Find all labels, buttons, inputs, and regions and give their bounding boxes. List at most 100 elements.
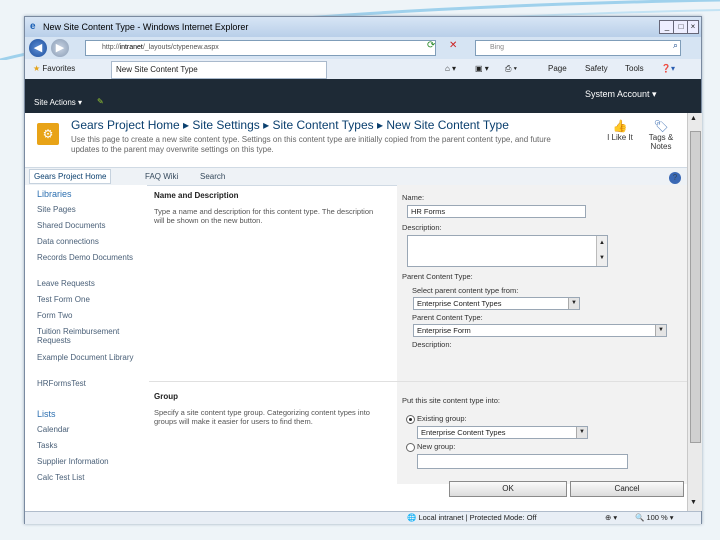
new-group-radio[interactable] bbox=[406, 443, 415, 452]
tags-notes-label: Tags & Notes bbox=[648, 133, 674, 151]
i-like-it-label: I Like It bbox=[607, 133, 633, 142]
group-fields-panel: Put this site content type into: Existin… bbox=[397, 382, 687, 484]
star-icon: ★ bbox=[33, 64, 41, 73]
name-description-section: Name and Description Type a name and des… bbox=[149, 185, 687, 382]
print-icon[interactable]: ⎙ ▾ bbox=[505, 64, 517, 74]
name-value: HR Forms bbox=[411, 207, 446, 216]
name-input[interactable]: HR Forms bbox=[407, 205, 586, 218]
tag-icon: 🏷 bbox=[653, 119, 669, 133]
group-section: Group Specify a site content type group.… bbox=[149, 382, 687, 484]
breadcrumb: Gears Project Home ▸ Site Settings ▸ Sit… bbox=[71, 118, 509, 132]
title-bar: e New Site Content Type - Windows Intern… bbox=[25, 17, 701, 37]
textarea-scrollbar[interactable]: ▲ ▼ bbox=[596, 236, 607, 266]
safety-menu[interactable]: Safety bbox=[585, 64, 608, 73]
quicklaunch-item[interactable]: Supplier Information bbox=[37, 457, 145, 466]
url-host: intranet bbox=[119, 44, 143, 51]
search-input[interactable]: Bing bbox=[475, 40, 681, 56]
favorites-button[interactable]: ★ Favorites bbox=[33, 64, 75, 73]
favorites-label: Favorites bbox=[42, 64, 76, 73]
page-scrollbar[interactable]: ▲ ▼ bbox=[687, 113, 702, 511]
description-textarea[interactable]: ▲ ▼ bbox=[407, 235, 608, 267]
crumb-site-content-types[interactable]: Site Content Types bbox=[272, 118, 373, 132]
edit-page-icon[interactable]: ✎ bbox=[97, 97, 104, 106]
back-icon[interactable]: ◀ bbox=[29, 39, 47, 57]
zoom-control[interactable]: 🔍 100 % ▾ bbox=[635, 513, 674, 522]
help-menu-icon[interactable]: ❓▾ bbox=[661, 64, 675, 73]
thumbs-up-icon: 👍 bbox=[612, 119, 628, 133]
chevron-down-icon: ▼ bbox=[655, 325, 666, 336]
ie-icon: e bbox=[30, 21, 36, 32]
quicklaunch-item[interactable]: Data connections bbox=[37, 237, 145, 246]
home-icon[interactable]: ⌂ ▾ bbox=[445, 64, 456, 73]
put-into-label: Put this site content type into: bbox=[402, 396, 500, 405]
quicklaunch-item[interactable]: Calc Test List bbox=[37, 473, 145, 482]
zone-status: 🌐 Local intranet | Protected Mode: Off bbox=[407, 513, 537, 522]
quicklaunch-item[interactable]: Site Pages bbox=[37, 205, 145, 214]
page-menu[interactable]: Page bbox=[548, 64, 567, 73]
favorites-bar: ★ Favorites New Site Content Type ⌂ ▾ ▣ … bbox=[25, 59, 701, 80]
quicklaunch-item[interactable]: Records Demo Documents bbox=[37, 253, 145, 262]
quicklaunch-item[interactable]: HRFormsTest bbox=[37, 379, 145, 388]
protected-mode-icon[interactable]: ⊕ ▾ bbox=[605, 513, 617, 522]
i-like-it-button[interactable]: 👍 I Like It bbox=[603, 119, 637, 142]
close-button[interactable]: × bbox=[687, 20, 699, 34]
quicklaunch-item[interactable]: Example Document Library bbox=[37, 353, 145, 362]
address-input[interactable]: http://intranet/_layouts/ctypenew.aspx bbox=[85, 40, 436, 56]
account-menu[interactable]: System Account ▾ bbox=[585, 89, 657, 100]
quicklaunch-item[interactable]: Form Two bbox=[37, 311, 145, 320]
new-group-input[interactable] bbox=[417, 454, 628, 469]
scroll-up-icon[interactable]: ▲ bbox=[690, 115, 697, 122]
quicklaunch-item[interactable]: Leave Requests bbox=[37, 279, 145, 288]
scroll-down-icon[interactable]: ▼ bbox=[690, 499, 697, 506]
existing-group-select[interactable]: Enterprise Content Types ▼ bbox=[417, 426, 588, 439]
forward-icon[interactable]: ▶ bbox=[51, 39, 69, 57]
ok-button[interactable]: OK bbox=[449, 481, 567, 497]
page-description: Use this page to create a new site conte… bbox=[71, 135, 551, 154]
crumb-new-site-content-type: New Site Content Type bbox=[386, 118, 509, 132]
description-label: Description: bbox=[402, 223, 442, 232]
sharepoint-ribbon: Site Actions ▾ ✎ System Account ▾ bbox=[25, 79, 701, 113]
crumb-site-settings[interactable]: Site Settings bbox=[192, 118, 259, 132]
cancel-button[interactable]: Cancel bbox=[570, 481, 684, 497]
parent-type-value: Enterprise Form bbox=[417, 326, 471, 335]
lists-heading[interactable]: Lists bbox=[37, 409, 56, 419]
account-label: System Account bbox=[585, 89, 650, 99]
quicklaunch-item[interactable]: Test Form One bbox=[37, 295, 145, 304]
tab-label: New Site Content Type bbox=[116, 65, 198, 74]
tools-menu[interactable]: Tools bbox=[625, 64, 644, 73]
libraries-heading[interactable]: Libraries bbox=[37, 189, 72, 199]
site-actions-menu[interactable]: Site Actions ▾ bbox=[34, 98, 82, 107]
scrollbar-thumb[interactable] bbox=[690, 131, 701, 443]
name-section-description: Type a name and description for this con… bbox=[154, 207, 374, 225]
feeds-icon[interactable]: ▣ ▾ bbox=[475, 64, 489, 73]
parent-group-select[interactable]: Enterprise Content Types ▼ bbox=[413, 297, 580, 310]
quicklaunch-item[interactable]: Tasks bbox=[37, 441, 145, 450]
refresh-icon[interactable]: ⟳ bbox=[427, 40, 435, 51]
crumb-gears-project-home[interactable]: Gears Project Home bbox=[71, 118, 180, 132]
main-form: Name and Description Type a name and des… bbox=[149, 177, 687, 487]
name-fields-panel: Name: HR Forms Description: ▲ ▼ Parent Co… bbox=[397, 185, 687, 381]
url-prefix: http:// bbox=[102, 44, 120, 51]
quicklaunch-item[interactable]: Shared Documents bbox=[37, 221, 145, 230]
search-icon[interactable]: ⌕ bbox=[673, 40, 678, 51]
window-title: New Site Content Type - Windows Internet… bbox=[43, 22, 249, 32]
browser-window: e New Site Content Type - Windows Intern… bbox=[24, 16, 702, 524]
existing-group-label: Existing group: bbox=[417, 414, 467, 423]
stop-icon[interactable]: ✕ bbox=[449, 40, 457, 51]
tags-notes-button[interactable]: 🏷 Tags & Notes bbox=[645, 119, 677, 151]
existing-group-value: Enterprise Content Types bbox=[421, 428, 506, 437]
chevron-down-icon: ▼ bbox=[568, 298, 579, 309]
quicklaunch-item[interactable]: Tuition Reimbursement Requests bbox=[37, 327, 145, 345]
topnav-gears-project-home[interactable]: Gears Project Home bbox=[29, 169, 112, 184]
page-header: ⚙ Gears Project Home ▸ Site Settings ▸ S… bbox=[25, 113, 687, 167]
url-path: /_layouts/ctypenew.aspx bbox=[142, 44, 219, 51]
quicklaunch-item[interactable]: Calendar bbox=[37, 425, 145, 434]
browser-tab[interactable]: New Site Content Type bbox=[111, 61, 327, 79]
parent-type-label: Parent Content Type: bbox=[412, 313, 483, 322]
parent-type-select[interactable]: Enterprise Form ▼ bbox=[413, 324, 667, 337]
existing-group-radio[interactable] bbox=[406, 415, 415, 424]
site-actions-label: Site Actions bbox=[34, 98, 76, 107]
status-bar: 🌐 Local intranet | Protected Mode: Off ⊕… bbox=[25, 511, 701, 524]
chevron-down-icon: ▼ bbox=[576, 427, 587, 438]
address-bar: ◀ ▶ http://intranet/_layouts/ctypenew.as… bbox=[25, 37, 701, 59]
